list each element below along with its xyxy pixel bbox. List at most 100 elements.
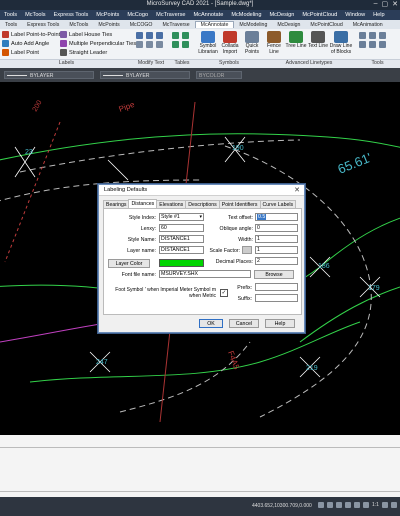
prefix-label: Prefix: xyxy=(237,285,252,291)
cancel-button[interactable]: Cancel xyxy=(229,319,259,328)
status-bar: 4403.652,10300.709,0.000 1:1 xyxy=(0,497,400,516)
text-mask-icon[interactable] xyxy=(136,41,143,48)
style-name-field[interactable]: DISTANCE1 xyxy=(159,235,204,243)
ribbon-tab[interactable]: McAnimation xyxy=(348,22,388,28)
lineweight-combo[interactable]: BYCOLOR xyxy=(196,71,242,79)
auto-add-angle-button[interactable]: Auto Add Angle xyxy=(2,40,49,47)
tool-icon[interactable] xyxy=(369,41,376,48)
ribbon-tab[interactable]: McCOGO xyxy=(125,22,158,28)
annotation-label: 200 xyxy=(32,99,44,113)
ribbon-tab[interactable]: Tools xyxy=(0,22,22,28)
menu-item[interactable]: McDesign xyxy=(266,12,299,18)
menu-item[interactable]: McModeling xyxy=(227,12,265,18)
help-button[interactable]: Help xyxy=(265,319,295,328)
width-field[interactable]: 1 xyxy=(255,235,298,243)
ribbon-group-labels: Labels xyxy=(0,59,133,68)
menu-item[interactable]: Express Tools xyxy=(50,12,93,18)
osnap-toggle-icon[interactable] xyxy=(354,502,360,508)
menu-item[interactable]: Window xyxy=(341,12,369,18)
ribbon-tab[interactable]: McTools xyxy=(64,22,93,28)
foot-symbol-checkbox[interactable]: ✓ xyxy=(220,289,228,297)
annotation-scale-icon[interactable] xyxy=(363,502,369,508)
collada-import-button[interactable]: Collada Import xyxy=(219,31,241,55)
label-point-button[interactable]: Label Point xyxy=(2,49,39,56)
scale-factor-pick[interactable] xyxy=(242,246,252,254)
prefix-field[interactable] xyxy=(255,283,298,291)
customize-icon[interactable] xyxy=(390,502,397,508)
layer-name-field[interactable]: DISTANCE1 xyxy=(159,246,204,254)
ribbon-tab[interactable]: McDesign xyxy=(272,22,305,28)
browse-button[interactable]: Browse xyxy=(254,270,294,279)
ribbon-tab-active[interactable]: McAnnotate xyxy=(194,21,235,28)
ribbon-tab[interactable]: McPointCloud xyxy=(305,22,347,28)
style-index-select[interactable]: Style #1 xyxy=(159,213,204,221)
menu-item[interactable]: McAnnotate xyxy=(189,12,227,18)
layer-color-swatch[interactable] xyxy=(159,259,204,267)
fence-line-icon xyxy=(267,31,281,43)
polar-toggle-icon[interactable] xyxy=(345,502,351,508)
label-point-to-point-button[interactable]: Label Point-to-Point xyxy=(2,31,60,38)
menu-item[interactable]: McCogo xyxy=(123,12,152,18)
command-area[interactable] xyxy=(0,435,400,505)
text-style-icon[interactable] xyxy=(146,41,153,48)
ribbon-tab[interactable]: Express Tools xyxy=(22,22,64,28)
menu-item[interactable]: McPoints xyxy=(92,12,123,18)
dialog-close-icon[interactable]: ✕ xyxy=(294,186,300,194)
ribbon-tab[interactable]: McPoints xyxy=(93,22,124,28)
suffix-field[interactable] xyxy=(255,294,298,302)
text-rotate-icon[interactable] xyxy=(146,32,153,39)
ortho-toggle-icon[interactable] xyxy=(336,502,342,508)
snap-toggle-icon[interactable] xyxy=(318,502,324,508)
table-icon[interactable] xyxy=(172,32,179,39)
point-label: 23 xyxy=(25,149,33,156)
close-window-button[interactable]: ✕ xyxy=(392,0,398,8)
menu-item[interactable]: McTraverse xyxy=(152,12,189,18)
text-align-icon[interactable] xyxy=(156,32,163,39)
ribbon-tab[interactable]: McTraverse xyxy=(157,22,194,28)
text-edit-icon[interactable] xyxy=(136,32,143,39)
foot-symbol-text: Foot Symbol ' when Imperial Meter Symbol… xyxy=(115,287,216,299)
divider xyxy=(0,447,400,448)
label-house-ties-button[interactable]: Label House Ties xyxy=(60,31,112,38)
tool-icon[interactable] xyxy=(359,32,366,39)
scale-readout[interactable]: 1:1 xyxy=(372,502,379,508)
draw-line-of-blocks-button[interactable]: Draw Line of Blocks xyxy=(329,31,353,55)
dialog-title-bar[interactable]: Labeling Defaults ✕ xyxy=(99,185,304,196)
menu-item[interactable]: McPointCloud xyxy=(298,12,341,18)
straight-leader-button[interactable]: Straight Leader xyxy=(60,49,107,56)
table-edit-icon[interactable] xyxy=(182,32,189,39)
multiple-perpendicular-ties-button[interactable]: Multiple Perpendicular Ties xyxy=(60,40,136,47)
tool-icon[interactable] xyxy=(369,32,376,39)
tree-line-button[interactable]: Tree Line xyxy=(285,31,307,50)
ribbon-group-tables: Tables xyxy=(169,59,195,68)
decimal-places-field[interactable]: 2 xyxy=(255,257,298,265)
table-insert-icon[interactable] xyxy=(172,41,179,48)
text-offset-field[interactable]: 0.5 xyxy=(255,213,298,221)
style-name-label: Style Name: xyxy=(127,237,156,243)
color-combo[interactable]: BYLAYER xyxy=(4,71,94,79)
tool-icon[interactable] xyxy=(359,41,366,48)
maximize-button[interactable]: ▢ xyxy=(382,0,389,8)
ok-button[interactable]: OK xyxy=(199,319,223,328)
layer-color-button[interactable]: Layer Color xyxy=(108,259,150,268)
tool-icon[interactable] xyxy=(379,32,386,39)
lenxy-field[interactable]: 60 xyxy=(159,224,204,232)
fence-line-button[interactable]: Fence Line xyxy=(263,31,285,55)
menu-item[interactable]: McTools xyxy=(21,12,50,18)
quick-points-button[interactable]: Quick Points xyxy=(241,31,263,55)
scale-factor-field[interactable]: 1 xyxy=(255,246,298,254)
font-file-field[interactable]: MSURVEY.SHX xyxy=(159,270,251,278)
minimize-button[interactable]: – xyxy=(374,0,378,8)
menu-item[interactable]: Help xyxy=(369,12,389,18)
linetype-combo[interactable]: BYLAYER xyxy=(100,71,190,79)
text-case-icon[interactable] xyxy=(156,41,163,48)
tool-icon[interactable] xyxy=(379,41,386,48)
ribbon-tab[interactable]: McModeling xyxy=(234,22,272,28)
oblique-angle-field[interactable]: 0 xyxy=(255,224,298,232)
text-line-button[interactable]: Text Line xyxy=(307,31,329,50)
settings-icon[interactable] xyxy=(381,502,388,508)
symbol-librarian-button[interactable]: Symbol Librarian xyxy=(197,31,219,55)
table-update-icon[interactable] xyxy=(182,41,189,48)
menu-item[interactable]: Tools xyxy=(0,12,21,18)
grid-toggle-icon[interactable] xyxy=(327,502,333,508)
